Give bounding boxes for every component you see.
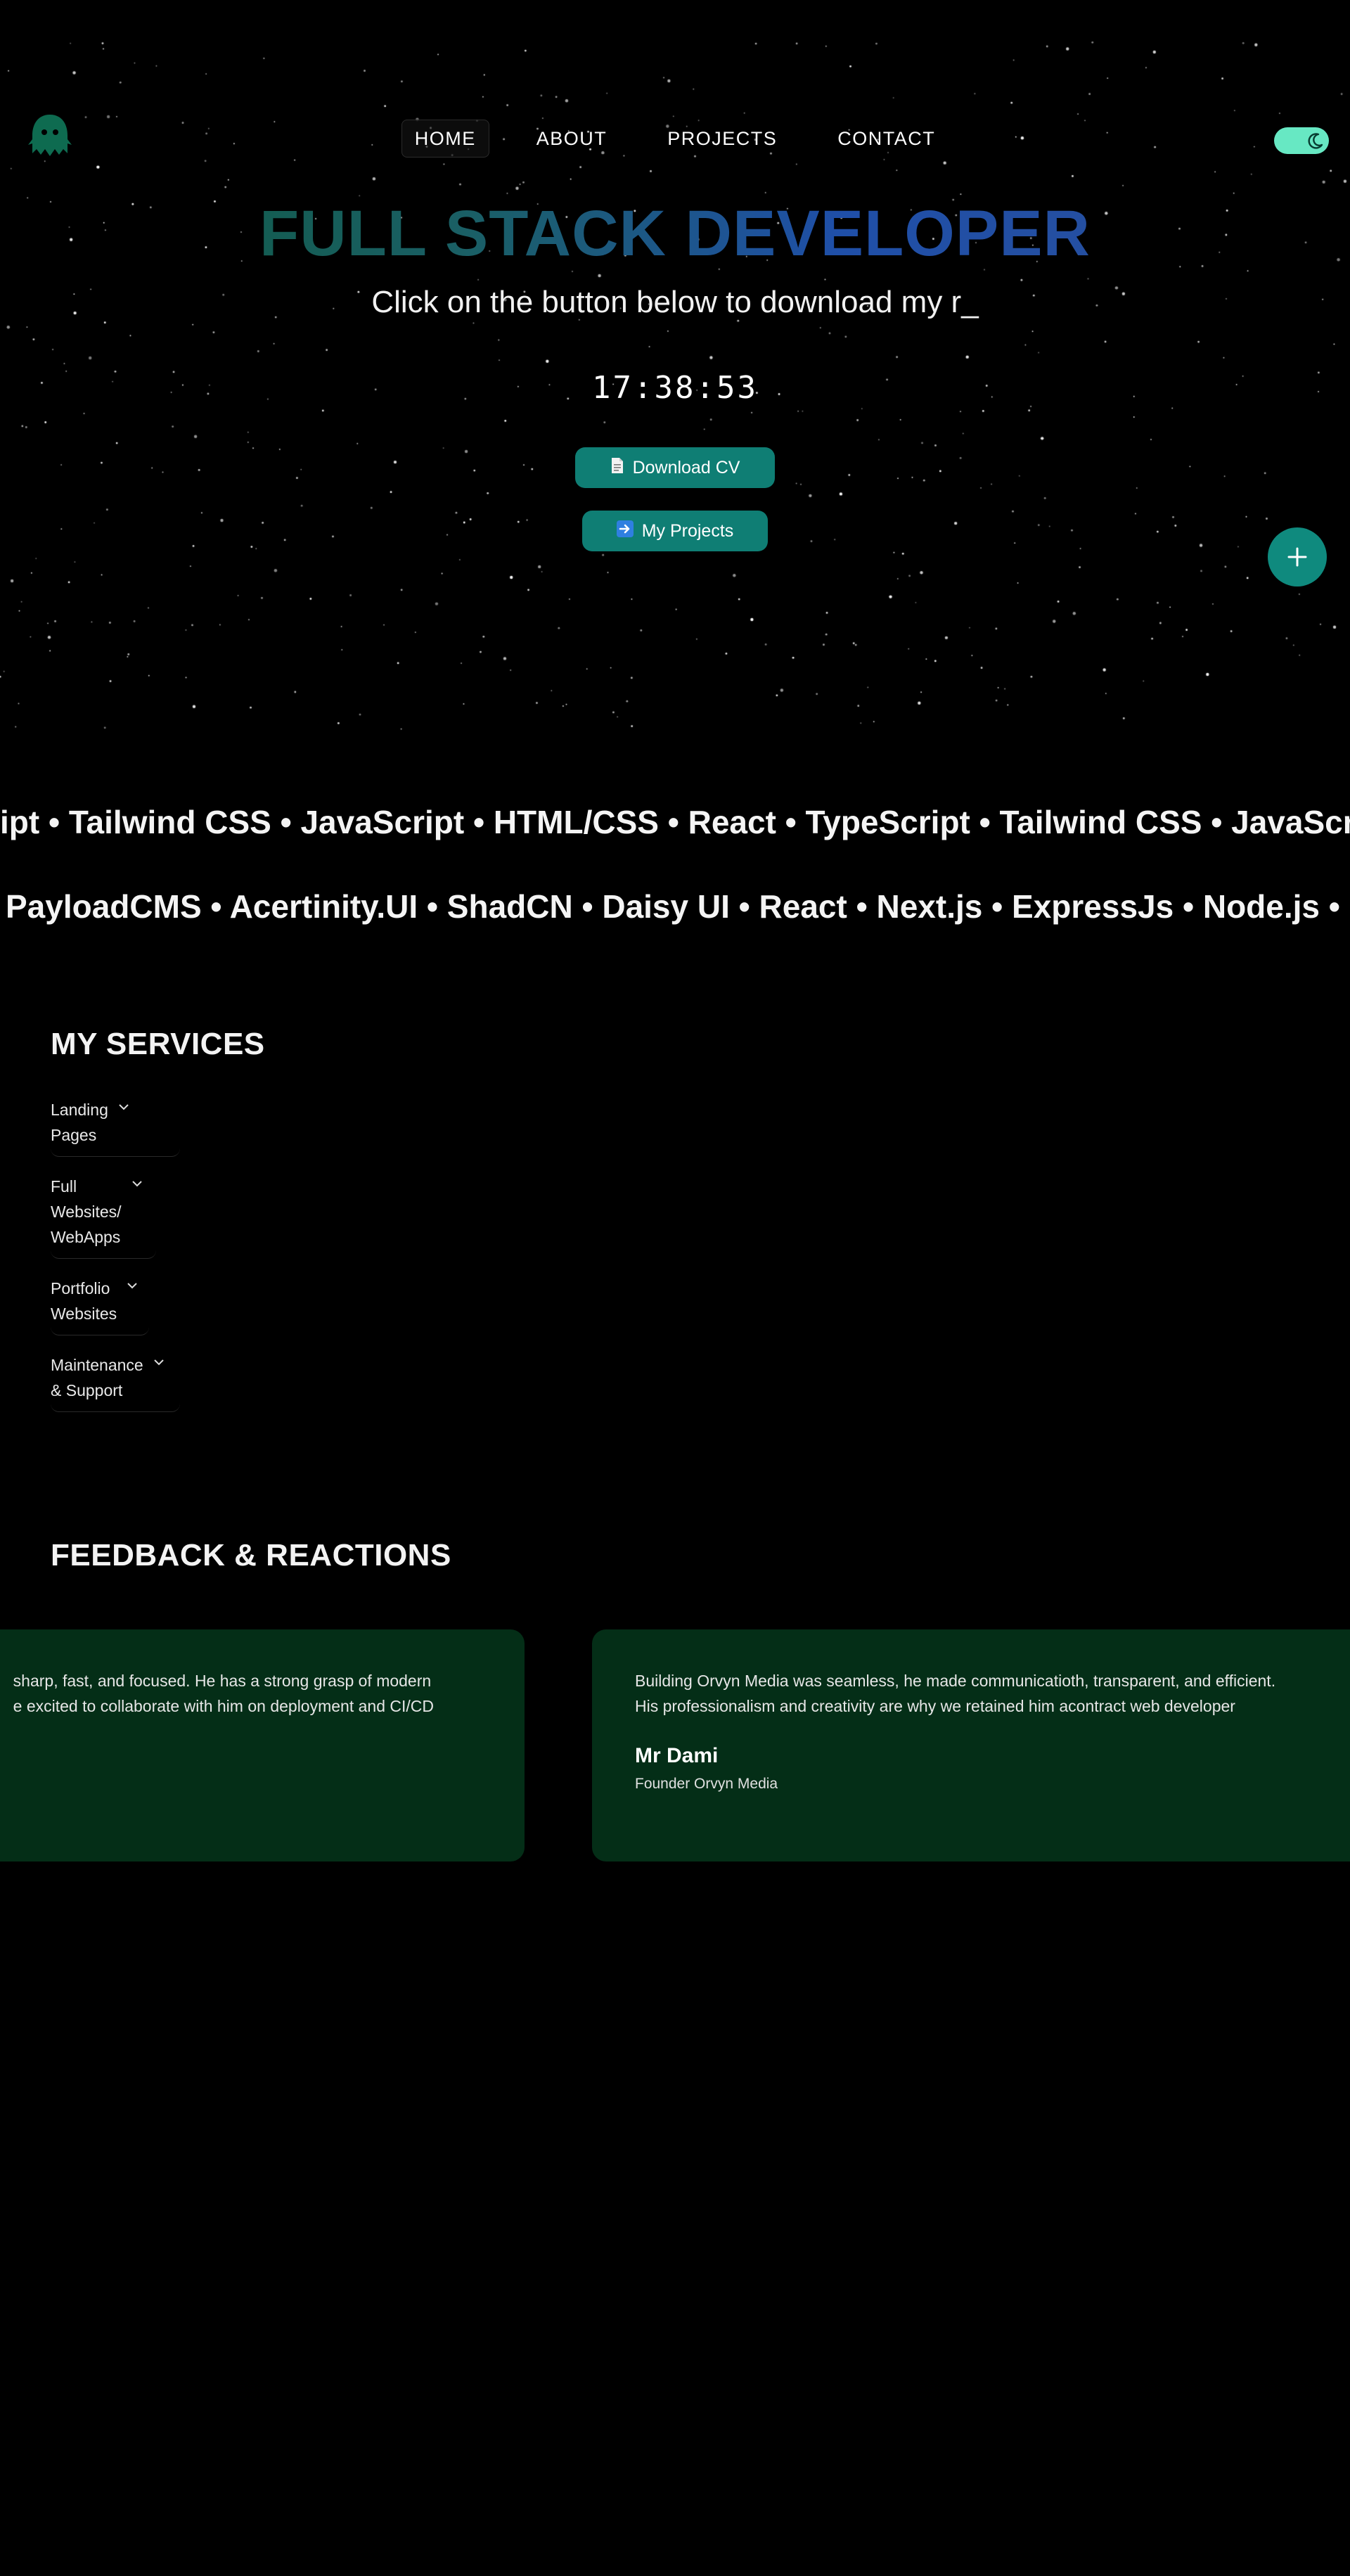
arrow-right-icon bbox=[616, 520, 634, 542]
testimonial-quote: Building Orvyn Media was seamless, he ma… bbox=[635, 1672, 1276, 1715]
service-label: Maintenance & Support bbox=[51, 1356, 143, 1399]
testimonial-quote: sharp, fast, and focused. He has a stron… bbox=[13, 1672, 434, 1715]
service-item-maintenance[interactable]: Maintenance & Support bbox=[51, 1352, 180, 1412]
chevron-down-icon bbox=[127, 1280, 138, 1293]
service-item-landing-pages[interactable]: Landing Pages bbox=[51, 1097, 180, 1157]
chevron-down-icon bbox=[118, 1101, 129, 1114]
hero-title: FULL STACK DEVELOPER bbox=[0, 198, 1350, 269]
my-projects-label: My Projects bbox=[641, 520, 734, 541]
nav-about[interactable]: ABOUT bbox=[523, 120, 621, 158]
skills-marquee-row-1: ipt • Tailwind CSS • JavaScript • HTML/C… bbox=[0, 803, 1350, 841]
nav-projects[interactable]: PROJECTS bbox=[654, 120, 790, 158]
testimonial-author: Mr Dami bbox=[635, 1744, 719, 1767]
testimonial-card: sharp, fast, and focused. He has a stron… bbox=[0, 1629, 525, 1861]
marquee-text: PayloadCMS • Acertinity.UI • ShadCN • Da… bbox=[6, 888, 1350, 925]
hero-subtitle: Click on the button below to download my… bbox=[371, 285, 979, 319]
service-label: Landing Pages bbox=[51, 1101, 108, 1144]
feedback-title: FEEDBACK & REACTIONS bbox=[51, 1538, 451, 1572]
marquee-text: ipt • Tailwind CSS • JavaScript • HTML/C… bbox=[0, 804, 1350, 840]
theme-toggle[interactable] bbox=[1274, 127, 1329, 154]
service-item-portfolio-websites[interactable]: Portfolio Websites bbox=[51, 1276, 149, 1335]
skills-marquee-row-2: PayloadCMS • Acertinity.UI • ShadCN • Da… bbox=[0, 887, 1350, 925]
service-item-full-websites[interactable]: Full Websites/ WebApps bbox=[51, 1174, 156, 1259]
chevron-down-icon bbox=[131, 1178, 143, 1191]
services-title: MY SERVICES bbox=[51, 1027, 265, 1061]
services-accordion: Landing Pages Full Websites/ WebApps Por… bbox=[51, 1097, 180, 1429]
testimonial-card: Building Orvyn Media was seamless, he ma… bbox=[592, 1629, 1350, 1861]
document-icon bbox=[610, 457, 624, 479]
service-label: Portfolio Websites bbox=[51, 1279, 117, 1323]
moon-icon bbox=[1305, 130, 1326, 151]
plus-icon[interactable] bbox=[1268, 527, 1327, 587]
nav-home[interactable]: HOME bbox=[401, 120, 489, 158]
download-cv-label: Download CV bbox=[632, 457, 740, 478]
nav-contact[interactable]: CONTACT bbox=[824, 120, 949, 158]
chevron-down-icon bbox=[153, 1357, 165, 1369]
download-cv-button[interactable]: Download CV bbox=[575, 447, 775, 488]
my-projects-button[interactable]: My Projects bbox=[582, 511, 768, 551]
main-nav: HOME ABOUT PROJECTS CONTACT bbox=[0, 120, 1350, 158]
hero-clock: 17:38:53 bbox=[592, 370, 758, 406]
testimonial-role: Founder Orvyn Media bbox=[635, 1776, 778, 1792]
service-label: Full Websites/ WebApps bbox=[51, 1177, 122, 1246]
